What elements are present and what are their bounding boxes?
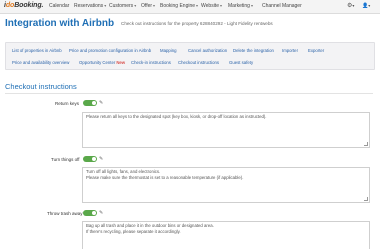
tab-price-availability-overview[interactable]: Price and availability overview [12, 60, 69, 65]
nav-reservations[interactable]: Reservations▾ [74, 3, 106, 9]
nav-channel-manager[interactable]: Channel Manager [262, 3, 302, 9]
settings-menu[interactable]: ⚙▾ [347, 2, 354, 9]
nav-offer[interactable]: Offer▾ [141, 3, 155, 9]
chevron-down-icon: ▾ [134, 3, 137, 8]
chevron-down-icon: ▾ [196, 3, 199, 8]
return-keys-textarea[interactable]: Please return all keys to the designated… [82, 112, 370, 148]
instruction-label: Turn things off [51, 157, 80, 162]
tab-exporter[interactable]: Exporter [308, 48, 324, 53]
chevron-down-icon: ▾ [368, 3, 371, 8]
nav-marketing[interactable]: Marketing▾ [228, 3, 253, 9]
instruction-label: Return keys [55, 101, 80, 106]
nav-calendar[interactable]: Calendar [49, 3, 69, 9]
turn-things-off-toggle[interactable] [83, 156, 97, 162]
return-keys-toggle[interactable] [83, 100, 97, 106]
resize-handle[interactable] [364, 197, 368, 201]
instruction-label: Throw trash away [47, 211, 83, 216]
new-badge: New [116, 60, 126, 65]
turn-things-off-textarea[interactable]: Turn off all lights, fans, and electroni… [82, 167, 370, 203]
integration-tabs: List of properties in Airbnb Price and p… [5, 42, 375, 70]
page-subtitle: Check out instructions for the property … [121, 21, 273, 26]
tab-mapping[interactable]: Mapping [160, 48, 176, 53]
throw-trash-toggle[interactable] [83, 210, 97, 216]
tab-opportunity-center[interactable]: Opportunity CenterNew [79, 60, 125, 65]
page-title: Integration with Airbnb [5, 18, 115, 29]
resize-handle[interactable] [364, 142, 368, 146]
tab-list-of-properties[interactable]: List of properties in Airbnb [12, 48, 62, 53]
tab-importer[interactable]: Importer [282, 48, 298, 53]
user-menu[interactable]: 👤▾ [362, 3, 370, 9]
top-navigation-bar: idoBooking. Calendar Reservations▾ Custo… [0, 0, 380, 14]
chevron-down-icon: ▾ [104, 3, 107, 8]
edit-icon[interactable]: ✎ [99, 210, 103, 216]
edit-icon[interactable]: ✎ [99, 100, 103, 106]
throw-trash-textarea[interactable]: Bag up all trash and place it in the out… [82, 221, 370, 249]
chevron-down-icon: ▾ [153, 3, 156, 8]
tab-checkout-instructions[interactable]: Checkout instructions [178, 60, 219, 65]
tab-cancel-authorization[interactable]: Cancel authorization [188, 48, 227, 53]
chevron-down-icon: ▾ [219, 3, 222, 8]
tab-checkin-instructions[interactable]: Check-in instructions [131, 60, 171, 65]
tab-guest-safety[interactable]: Guest safety [229, 60, 253, 65]
edit-icon[interactable]: ✎ [99, 156, 103, 162]
tab-price-promotion-config[interactable]: Price and promotion configuration in Air… [69, 48, 151, 53]
tab-delete-integration[interactable]: Delete the integration [233, 48, 274, 53]
nav-booking-engine[interactable]: Booking Engine▾ [160, 3, 198, 9]
chevron-down-icon: ▾ [250, 3, 253, 8]
chevron-down-icon: ▾ [352, 3, 355, 8]
nav-website[interactable]: Website▾ [201, 3, 222, 9]
section-title: Checkout instructions [5, 82, 77, 91]
app-logo[interactable]: idoBooking. [4, 2, 43, 9]
section-divider [5, 93, 373, 94]
nav-customers[interactable]: Customers▾ [109, 3, 136, 9]
